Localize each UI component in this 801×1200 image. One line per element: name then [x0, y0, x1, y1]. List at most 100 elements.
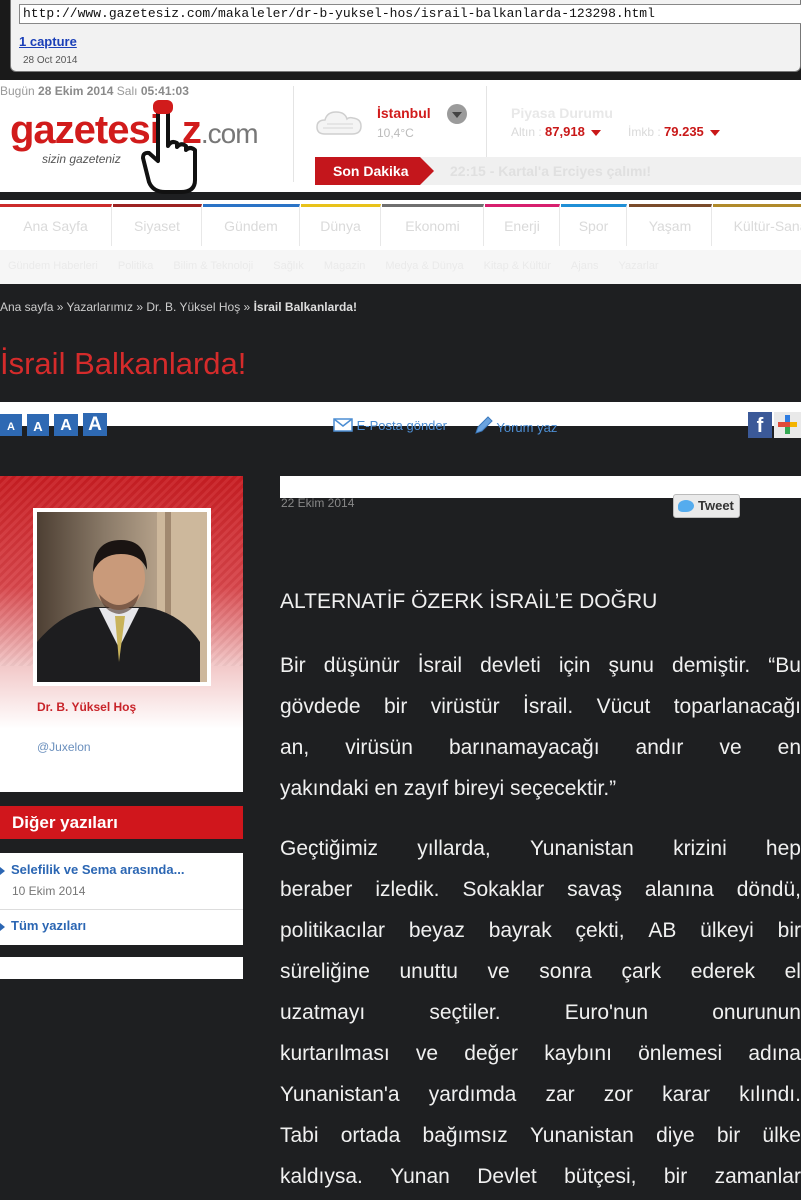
- article-word: bir: [663, 1165, 688, 1188]
- subnav-item[interactable]: Yazarlar: [618, 260, 658, 272]
- article-word: Yunanistan: [529, 1124, 634, 1147]
- breadcrumb-sep: »: [243, 300, 251, 314]
- city-dropdown-icon[interactable]: [447, 104, 467, 124]
- article-word: yakındaki en zayıf bireyi seçecektir.”: [280, 777, 617, 800]
- today-prefix: Bugün: [0, 84, 35, 98]
- subnav-item[interactable]: Sağlık: [273, 260, 304, 272]
- nav-item[interactable]: Siyaset: [113, 204, 202, 246]
- breaking-label: Son Dakika: [315, 157, 420, 185]
- article-word: bağımsız: [422, 1124, 508, 1147]
- empty-widget: [0, 957, 243, 979]
- sub-nav: Gündem Haberleri Politika Bilim & Teknoloj…: [0, 250, 801, 284]
- subnav-item[interactable]: Ajans: [571, 260, 599, 272]
- market-title: Piyasa Durumu: [511, 105, 613, 121]
- nav-item[interactable]: Yaşam: [629, 204, 712, 246]
- font-size-l-button[interactable]: A: [83, 413, 107, 436]
- subnav-item[interactable]: Gündem Haberleri: [8, 260, 98, 272]
- down-arrow-icon: [590, 129, 601, 136]
- facebook-icon[interactable]: f: [748, 412, 772, 438]
- article-word: virüstür: [430, 695, 500, 718]
- article-line: yakındaki en zayıf bireyi seçecektir.”: [280, 768, 801, 809]
- article-word: “Bu: [768, 654, 801, 677]
- list-divider: [0, 909, 243, 910]
- nav-item[interactable]: Ana Sayfa: [0, 204, 112, 246]
- article-word: İsrail: [417, 654, 463, 677]
- article-word: Yunanistan: [529, 837, 634, 860]
- imkb-label: İmkb :: [628, 125, 661, 139]
- font-size-xs-button[interactable]: A: [0, 414, 22, 436]
- breadcrumb-writers[interactable]: Yazarlarımız: [67, 300, 133, 314]
- article-word: kaybını: [544, 1042, 612, 1065]
- subnav-item[interactable]: Bilim & Teknoloji: [173, 260, 253, 272]
- cloud-icon: [316, 111, 362, 135]
- site-logo[interactable]: gazetesi z.com: [10, 108, 259, 153]
- article-word: Vücut: [596, 695, 651, 718]
- captures-link[interactable]: 1 capture: [19, 34, 77, 49]
- breadcrumb-sep: »: [56, 300, 64, 314]
- article-word: adına: [748, 1042, 801, 1065]
- article-word: ve: [719, 736, 742, 759]
- nav-item[interactable]: Ekonomi: [382, 204, 484, 246]
- nav-item[interactable]: Enerji: [485, 204, 560, 246]
- article-word: gövdede: [280, 695, 361, 718]
- breaking-text[interactable]: 22:15 - Kartal'a Erciyes çalımı!: [450, 163, 651, 179]
- article-word: karar: [662, 1083, 710, 1106]
- subnav-item[interactable]: Politika: [118, 260, 153, 272]
- email-button[interactable]: E-Posta gönder: [333, 418, 447, 433]
- article-word: hep: [765, 837, 801, 860]
- subnav-item[interactable]: Magazin: [324, 260, 366, 272]
- comment-button[interactable]: Yorum yaz: [473, 416, 557, 436]
- google-plus-icon[interactable]: [774, 412, 801, 438]
- article-word: değer: [464, 1042, 518, 1065]
- article-line: gövdede bir virüstür İsrail. Vücut toparlanac…: [280, 686, 801, 727]
- nav-item[interactable]: Gündem: [203, 204, 300, 246]
- nav-item[interactable]: Kültür-Sanat: [713, 204, 801, 246]
- article-word: zor: [603, 1083, 633, 1106]
- all-posts-link[interactable]: Tüm yazıları: [0, 918, 86, 933]
- comment-label: Yorum yaz: [496, 420, 558, 435]
- article-word: kurtarılması: [280, 1042, 390, 1065]
- article-word: Geçtiğimiz: [280, 837, 379, 860]
- breadcrumb-author[interactable]: Dr. B. Yüksel Hoş: [146, 300, 240, 314]
- article-word: Yunan: [390, 1165, 450, 1188]
- font-size-m-button[interactable]: A: [54, 414, 78, 436]
- article-line: uzatmayı seçtiler. Euro'nun onurunun: [280, 992, 801, 1033]
- article-word: çekti,: [575, 919, 625, 942]
- envelope-icon: [333, 418, 353, 432]
- article-word: savaş: [567, 878, 622, 901]
- article-word: Euro'nun: [564, 1001, 649, 1024]
- article-word: önlemesi: [638, 1042, 723, 1065]
- article-word: kaldıysa.: [280, 1165, 363, 1188]
- other-post-title: Selefilik ve Sema arasında...: [11, 862, 185, 877]
- article-word: sonra: [539, 960, 592, 983]
- twitter-bird-icon: [678, 500, 694, 512]
- url-field[interactable]: http://www.gazetesiz.com/makaleler/dr-b-…: [19, 4, 801, 24]
- article-line: politikacılar beyaz bayrak çekti, AB ülkeyi bi…: [280, 910, 801, 951]
- article-line: beraber izledik. Sokaklar savaş alanına döndü…: [280, 869, 801, 910]
- other-post-link[interactable]: Selefilik ve Sema arasında...: [0, 862, 184, 877]
- capture-date: 28 Oct 2014: [23, 55, 78, 66]
- article-word: yıllarda,: [417, 837, 491, 860]
- author-twitter[interactable]: @Juxelon: [37, 740, 91, 754]
- font-size-s-button[interactable]: A: [27, 414, 49, 436]
- breadcrumb-home[interactable]: Ana sayfa: [0, 300, 53, 314]
- article-word: düşünür: [323, 654, 400, 677]
- article-word: seçtiler.: [429, 1001, 501, 1024]
- subnav-item[interactable]: Medya & Dünya: [385, 260, 463, 272]
- today-day: Salı: [116, 84, 138, 98]
- nav-item[interactable]: Spor: [561, 204, 627, 246]
- subnav-item[interactable]: Kitap & Kültür: [484, 260, 551, 272]
- wayback-panel: http://www.gazetesiz.com/makaleler/dr-b-…: [10, 0, 801, 72]
- article-word: an,: [280, 736, 310, 759]
- article-word: yardımda: [428, 1083, 517, 1106]
- author-name[interactable]: Dr. B. Yüksel Hoş: [37, 700, 136, 714]
- article-paragraph-1: Bir düşünür İsrail devleti için şunu demiştir.…: [280, 645, 801, 809]
- article-word: virüsün: [345, 736, 413, 759]
- author-photo: [37, 512, 207, 682]
- article-paragraph-2: Geçtiğimiz yıllarda, Yunanistan krizini hep b…: [280, 828, 801, 1197]
- other-post-date: 10 Ekim 2014: [12, 884, 86, 898]
- article-word: zar: [545, 1083, 575, 1106]
- article-word: en: [777, 736, 801, 759]
- nav-item[interactable]: Dünya: [301, 204, 381, 246]
- breadcrumb-sep: »: [136, 300, 144, 314]
